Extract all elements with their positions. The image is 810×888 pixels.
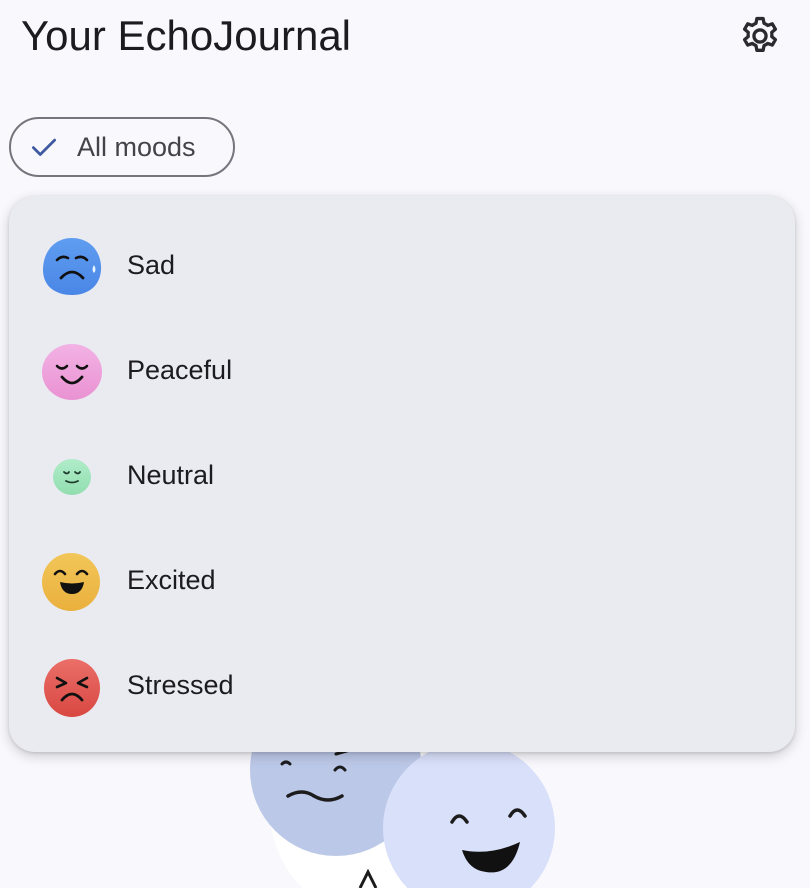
sad-face-icon [40,234,104,298]
menu-item-label: Peaceful [127,355,233,385]
check-icon [32,138,56,156]
settings-button[interactable] [732,10,788,62]
neutral-face-icon [40,444,104,508]
menu-item-sad[interactable]: Sad [9,213,795,318]
journal-screen: Your EchoJournal All moods Sad Peaceful … [0,0,810,888]
menu-item-label: Neutral [127,460,215,490]
page-title: Your EchoJournal [21,12,352,59]
menu-item-excited[interactable]: Excited [9,528,795,633]
peaceful-face-icon [40,339,104,403]
menu-item-peaceful[interactable]: Peaceful [9,318,795,423]
menu-item-label: Excited [127,565,216,595]
stressed-face-icon [40,654,104,718]
excited-face-icon [40,549,104,613]
menu-item-stressed[interactable]: Stressed [9,633,795,738]
menu-item-label: Sad [127,250,176,280]
filter-chip-label: All moods [77,131,196,162]
mood-filter-chip[interactable]: All moods [9,117,235,177]
menu-item-label: Stressed [127,670,234,700]
mood-dropdown-menu: Sad Peaceful Neutral Excited Stressed [9,196,795,752]
gear-icon [742,16,778,52]
menu-item-neutral[interactable]: Neutral [9,423,795,528]
